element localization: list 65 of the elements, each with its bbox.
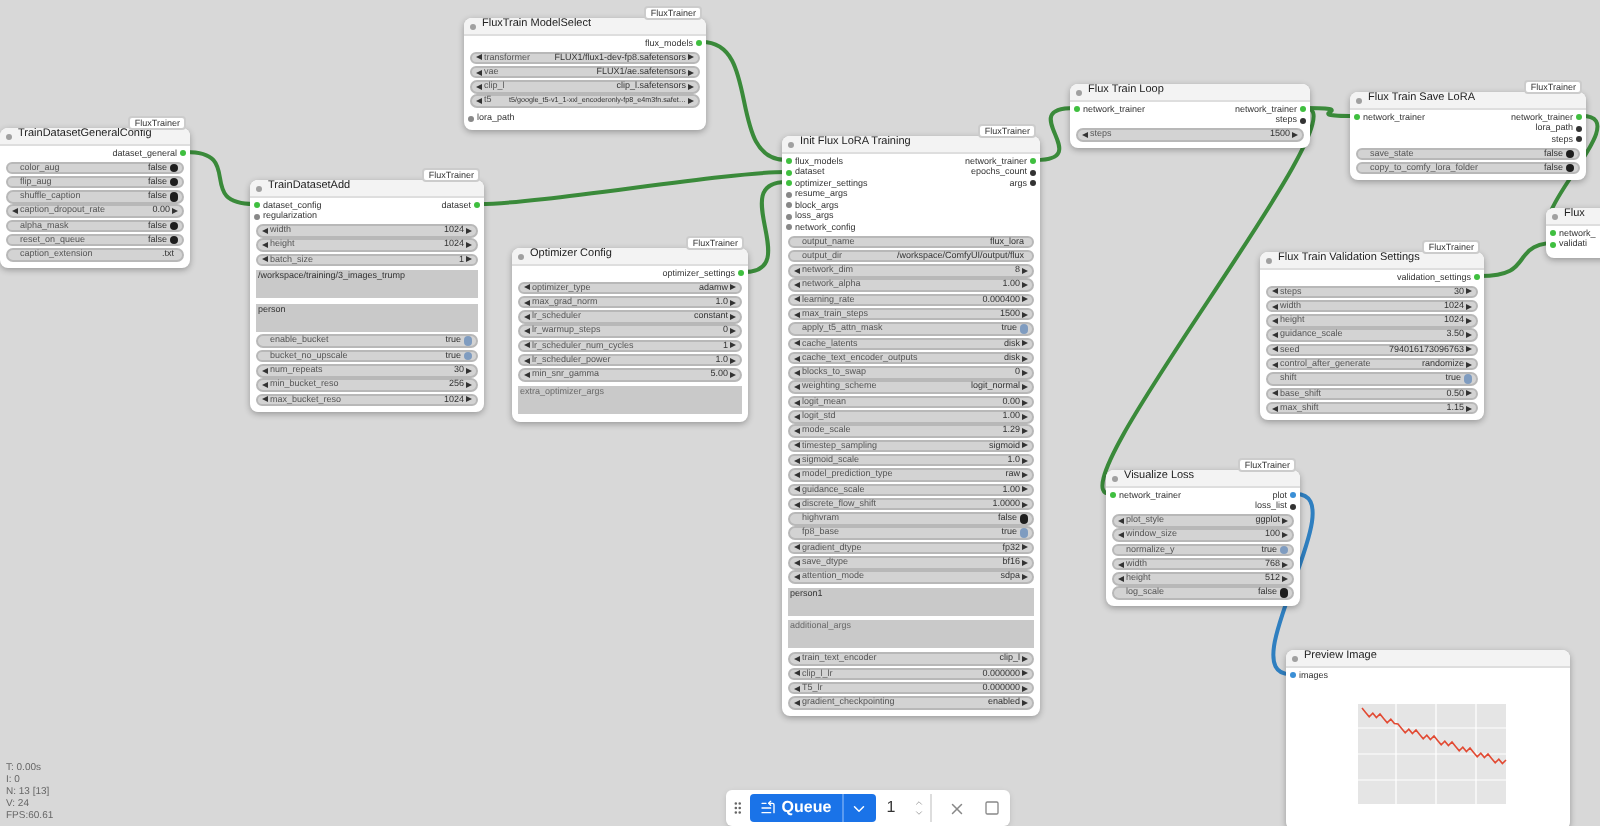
right-arrow-icon[interactable] — [466, 227, 472, 234]
connection-wire — [1035, 106, 1075, 162]
left-arrow-icon[interactable] — [1272, 390, 1278, 397]
left-arrow-icon[interactable] — [1118, 532, 1124, 539]
right-arrow-icon[interactable] — [1022, 267, 1028, 274]
right-arrow-icon[interactable] — [1022, 559, 1028, 566]
left-arrow-icon[interactable] — [476, 54, 482, 61]
right-arrow-icon[interactable] — [1022, 501, 1028, 508]
right-arrow-icon[interactable] — [1466, 405, 1472, 412]
right-arrow-icon[interactable] — [1022, 340, 1028, 347]
left-arrow-icon[interactable] — [262, 367, 268, 374]
left-arrow-icon[interactable] — [794, 340, 800, 347]
left-arrow-icon[interactable] — [524, 372, 530, 379]
left-arrow-icon[interactable] — [794, 486, 800, 493]
right-arrow-icon[interactable] — [1022, 544, 1028, 551]
right-arrow-icon[interactable] — [730, 284, 736, 291]
queue-list-icon — [759, 800, 776, 816]
drag-handle-icon[interactable] — [730, 800, 746, 816]
left-arrow-icon[interactable] — [262, 227, 268, 234]
left-arrow-icon[interactable] — [1272, 361, 1278, 368]
right-arrow-icon[interactable] — [1022, 670, 1028, 677]
left-arrow-icon[interactable] — [794, 559, 800, 566]
left-arrow-icon[interactable] — [794, 574, 800, 581]
right-arrow-icon[interactable] — [1282, 532, 1288, 539]
left-arrow-icon[interactable] — [794, 457, 800, 464]
right-arrow-icon[interactable] — [1466, 361, 1472, 368]
right-arrow-icon[interactable] — [688, 98, 694, 105]
close-icon — [948, 799, 967, 817]
right-arrow-icon[interactable] — [1022, 574, 1028, 581]
left-arrow-icon[interactable] — [524, 284, 530, 291]
connection-wire — [701, 40, 787, 162]
right-arrow-icon[interactable] — [1022, 472, 1028, 478]
left-arrow-icon[interactable] — [794, 267, 800, 274]
right-arrow-icon[interactable] — [1022, 457, 1028, 464]
left-arrow-icon[interactable] — [794, 544, 800, 551]
left-arrow-icon[interactable] — [476, 98, 482, 105]
right-arrow-icon[interactable] — [1282, 517, 1288, 524]
left-arrow-icon[interactable] — [1272, 288, 1278, 295]
left-arrow-icon[interactable] — [12, 208, 18, 215]
left-arrow-icon[interactable] — [794, 655, 800, 662]
left-arrow-icon[interactable] — [1118, 517, 1124, 524]
right-arrow-icon[interactable] — [730, 372, 736, 379]
right-arrow-icon[interactable] — [1022, 655, 1028, 662]
connection-wire — [185, 150, 255, 206]
queue-button[interactable]: Queue — [749, 794, 842, 822]
left-arrow-icon[interactable] — [794, 670, 800, 677]
left-arrow-icon[interactable] — [524, 357, 530, 364]
right-arrow-icon[interactable] — [688, 54, 694, 61]
left-arrow-icon[interactable] — [794, 472, 800, 478]
left-arrow-icon[interactable] — [1272, 405, 1278, 412]
right-arrow-icon[interactable] — [1466, 390, 1472, 397]
right-arrow-icon[interactable] — [1466, 288, 1472, 295]
queue-options-button[interactable] — [841, 794, 877, 822]
right-arrow-icon[interactable] — [172, 208, 178, 215]
left-arrow-icon[interactable] — [794, 311, 800, 318]
left-arrow-icon[interactable] — [1082, 131, 1088, 138]
right-arrow-icon[interactable] — [1022, 384, 1028, 391]
right-arrow-icon[interactable] — [1022, 486, 1028, 493]
square-icon — [984, 800, 1001, 816]
right-arrow-icon[interactable] — [466, 367, 472, 374]
left-arrow-icon[interactable] — [794, 501, 800, 508]
right-arrow-icon[interactable] — [730, 357, 736, 364]
right-arrow-icon[interactable] — [1022, 311, 1028, 318]
left-arrow-icon[interactable] — [794, 384, 800, 391]
right-arrow-icon[interactable] — [1292, 131, 1298, 138]
